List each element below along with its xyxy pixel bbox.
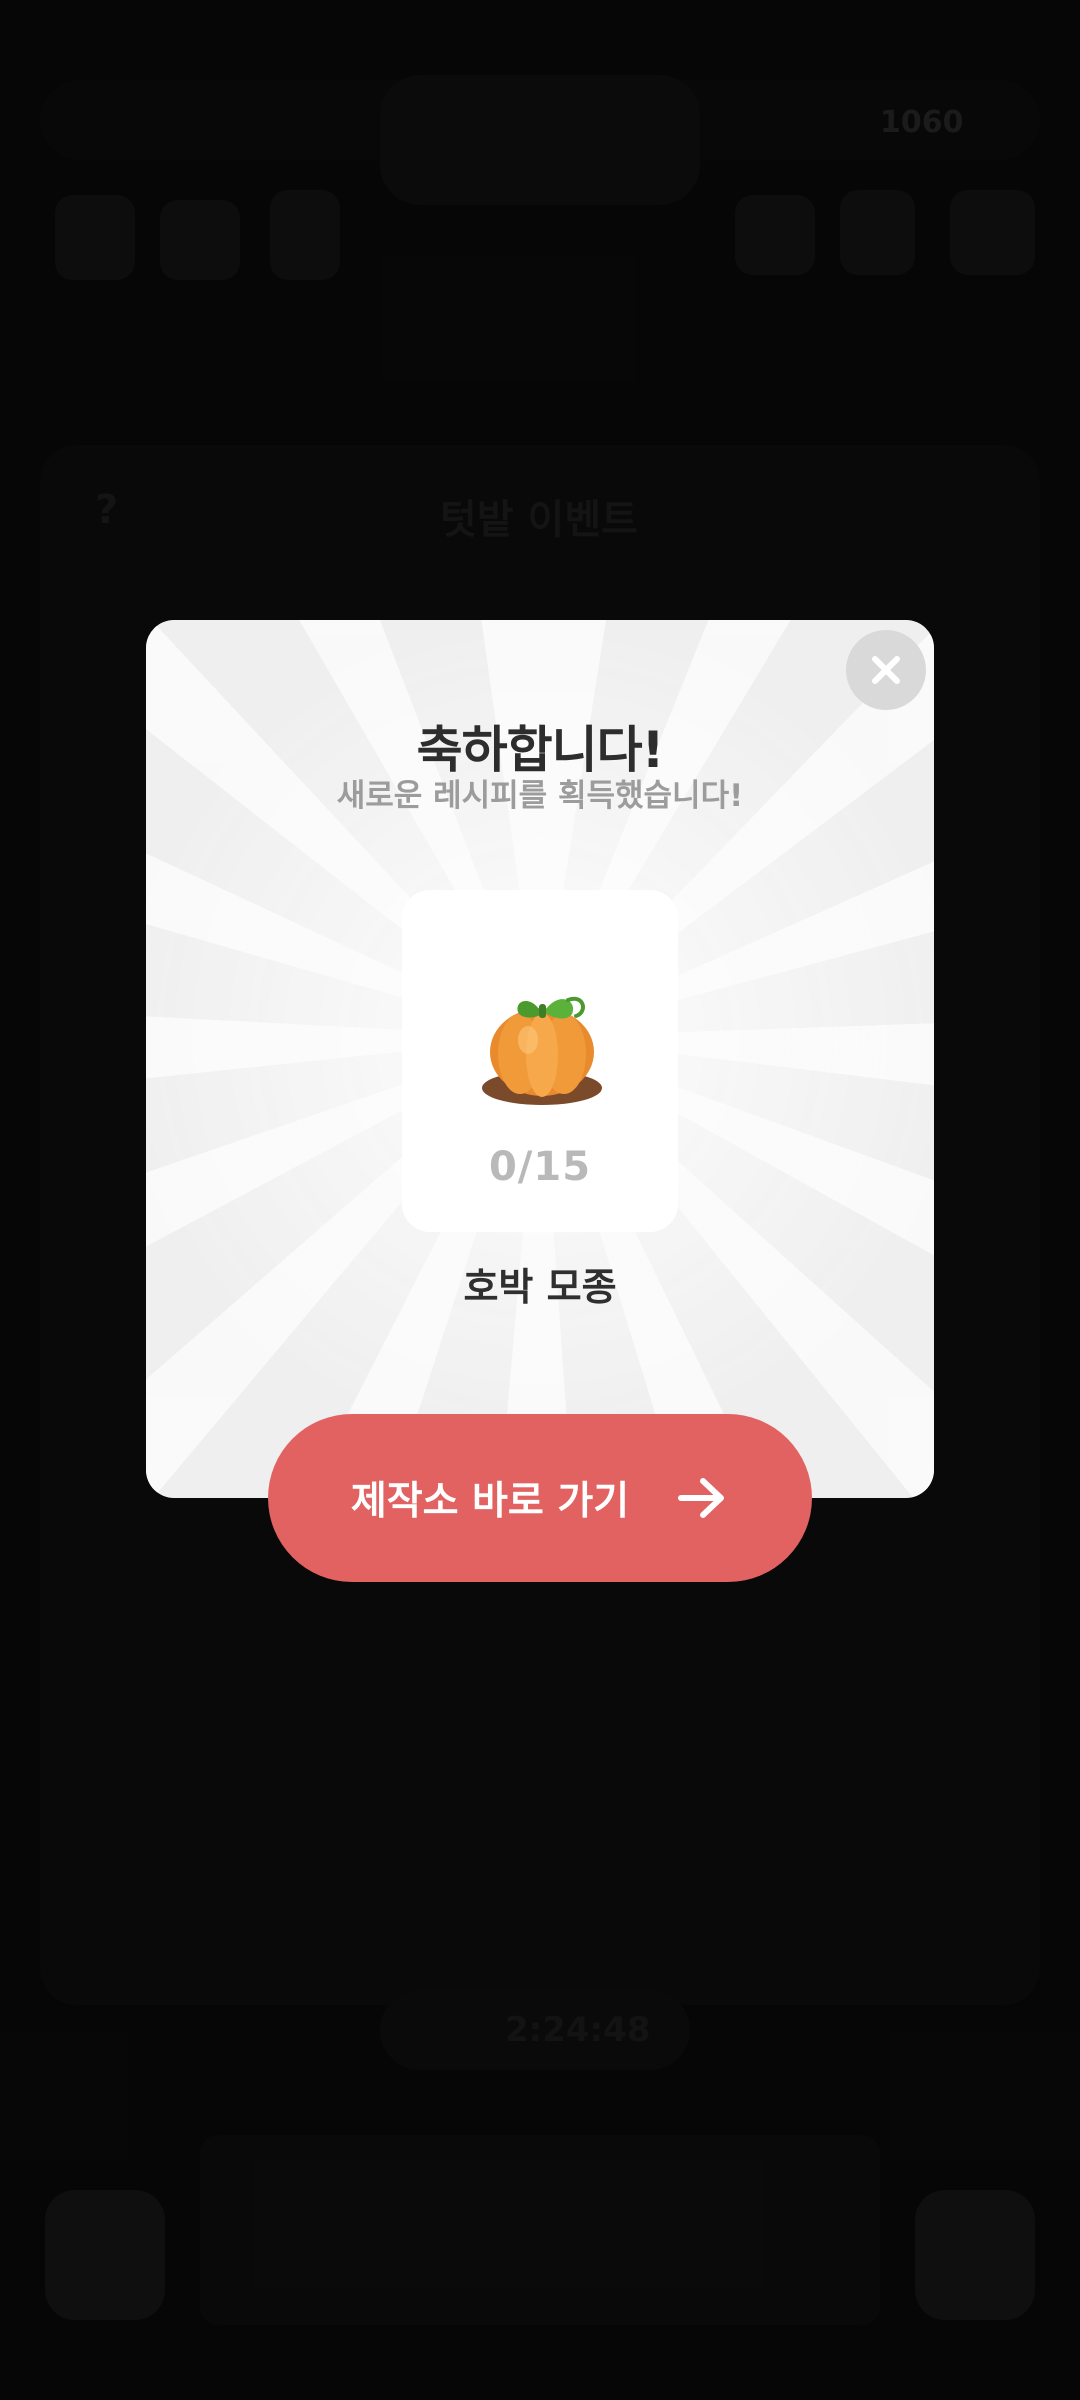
recipe-reward-modal: 축하합니다! 새로운 레시피를 획득했습니다! 0/15 호박 모종 (146, 620, 934, 1498)
close-icon (872, 656, 900, 684)
arrow-right-icon (678, 1478, 725, 1518)
go-to-workshop-button[interactable]: 제작소 바로 가기 (268, 1414, 812, 1582)
pumpkin-seedling-icon (476, 992, 608, 1110)
close-button[interactable] (846, 630, 926, 710)
recipe-count: 0/15 (488, 1144, 592, 1190)
recipe-card: 0/15 (402, 890, 678, 1232)
recipe-name: 호박 모종 (463, 1265, 617, 1309)
modal-subtitle: 새로운 레시피를 획득했습니다! (336, 778, 744, 814)
go-to-workshop-label: 제작소 바로 가기 (350, 1479, 630, 1524)
